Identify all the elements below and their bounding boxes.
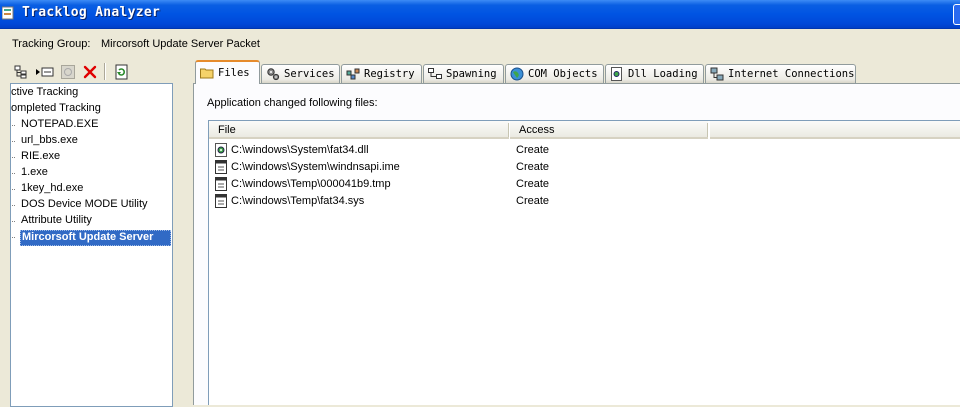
tab-com-objects[interactable]: COM Objects xyxy=(505,64,604,83)
column-divider[interactable] xyxy=(707,123,709,137)
tracking-group-label: Tracking Group: xyxy=(12,38,91,50)
folder-icon xyxy=(200,66,214,80)
tree-line xyxy=(12,221,15,223)
file-access: Create xyxy=(516,161,550,173)
gears-icon xyxy=(266,67,280,81)
tab-label: COM Objects xyxy=(528,68,598,80)
file-access: Create xyxy=(516,178,550,190)
tree-line xyxy=(12,189,15,191)
tree-line xyxy=(12,173,15,175)
files-heading: Application changed following files: xyxy=(207,97,378,109)
tree-line xyxy=(12,237,15,239)
tracking-tree[interactable]: ctive Tracking ompleted Tracking NOTEPAD… xyxy=(10,83,173,407)
title-bar: Tracklog Analyzer xyxy=(0,0,960,29)
spawn-tree-icon xyxy=(428,67,442,81)
tab-label: Services xyxy=(284,68,335,80)
delete-icon[interactable] xyxy=(81,63,98,80)
file-path: C:\windows\Temp\000041b9.tmp xyxy=(231,178,391,190)
column-header-empty xyxy=(710,121,960,139)
file-access: Create xyxy=(516,144,550,156)
tree-line xyxy=(12,141,15,143)
window-title: Tracklog Analyzer xyxy=(22,5,161,20)
tree-item-1key-hd[interactable]: 1key_hd.exe xyxy=(21,181,83,196)
tree-item-attribute-utility[interactable]: Attribute Utility xyxy=(21,213,92,228)
column-header-access[interactable]: Access xyxy=(510,121,708,139)
file-icon xyxy=(215,194,227,208)
tree-item-rie[interactable]: RIE.exe xyxy=(21,149,60,164)
file-path: C:\windows\System\windnsapi.ime xyxy=(231,161,400,173)
tree-item-notepad[interactable]: NOTEPAD.EXE xyxy=(21,117,98,132)
tab-label: Internet Connections xyxy=(728,68,855,80)
app-icon xyxy=(2,6,14,20)
refresh-icon[interactable] xyxy=(113,63,130,80)
tree-item-url-bbs[interactable]: url_bbs.exe xyxy=(21,133,78,148)
tree-item-dos-device-mode[interactable]: DOS Device MODE Utility xyxy=(21,197,148,212)
tree-item-completed-tracking[interactable]: ompleted Tracking xyxy=(11,101,101,116)
expand-icon[interactable] xyxy=(35,63,55,80)
toolbar-separator xyxy=(104,63,106,80)
tab-label: Spawning xyxy=(446,68,497,80)
dll-page-icon xyxy=(610,67,624,81)
tree-item-1exe[interactable]: 1.exe xyxy=(21,165,48,180)
tree-line xyxy=(12,205,15,207)
tab-dll-loading[interactable]: Dll Loading xyxy=(605,64,704,83)
tab-spawning[interactable]: Spawning xyxy=(423,64,504,83)
file-icon xyxy=(215,160,227,174)
stop-icon[interactable] xyxy=(59,63,76,80)
tab-services[interactable]: Services xyxy=(261,64,340,83)
tab-label: Registry xyxy=(364,68,415,80)
tab-label: Files xyxy=(218,67,250,79)
tree-view-icon[interactable] xyxy=(12,63,29,80)
tab-label: Dll Loading xyxy=(628,68,698,80)
tab-internet-connections[interactable]: Internet Connections xyxy=(705,64,856,83)
file-path: C:\windows\System\fat34.dll xyxy=(231,144,369,156)
registry-icon xyxy=(346,67,360,81)
file-icon xyxy=(215,177,227,191)
tracking-group-value: Mircorsoft Update Server Packet xyxy=(101,38,260,50)
globe-icon xyxy=(510,67,524,81)
tree-item-selected[interactable]: Mircorsoft Update Server xyxy=(22,230,153,244)
tree-line xyxy=(12,125,15,127)
tab-registry[interactable]: Registry xyxy=(341,64,422,83)
tree-item-active-tracking[interactable]: ctive Tracking xyxy=(11,85,78,100)
column-header-file[interactable]: File xyxy=(209,121,509,139)
tab-files[interactable]: Files xyxy=(195,60,260,84)
file-access: Create xyxy=(516,195,550,207)
file-path: C:\windows\Temp\fat34.sys xyxy=(231,195,365,207)
minimize-button[interactable] xyxy=(953,4,960,25)
network-icon xyxy=(710,67,724,81)
dll-file-icon xyxy=(215,143,227,157)
tree-line xyxy=(12,157,15,159)
